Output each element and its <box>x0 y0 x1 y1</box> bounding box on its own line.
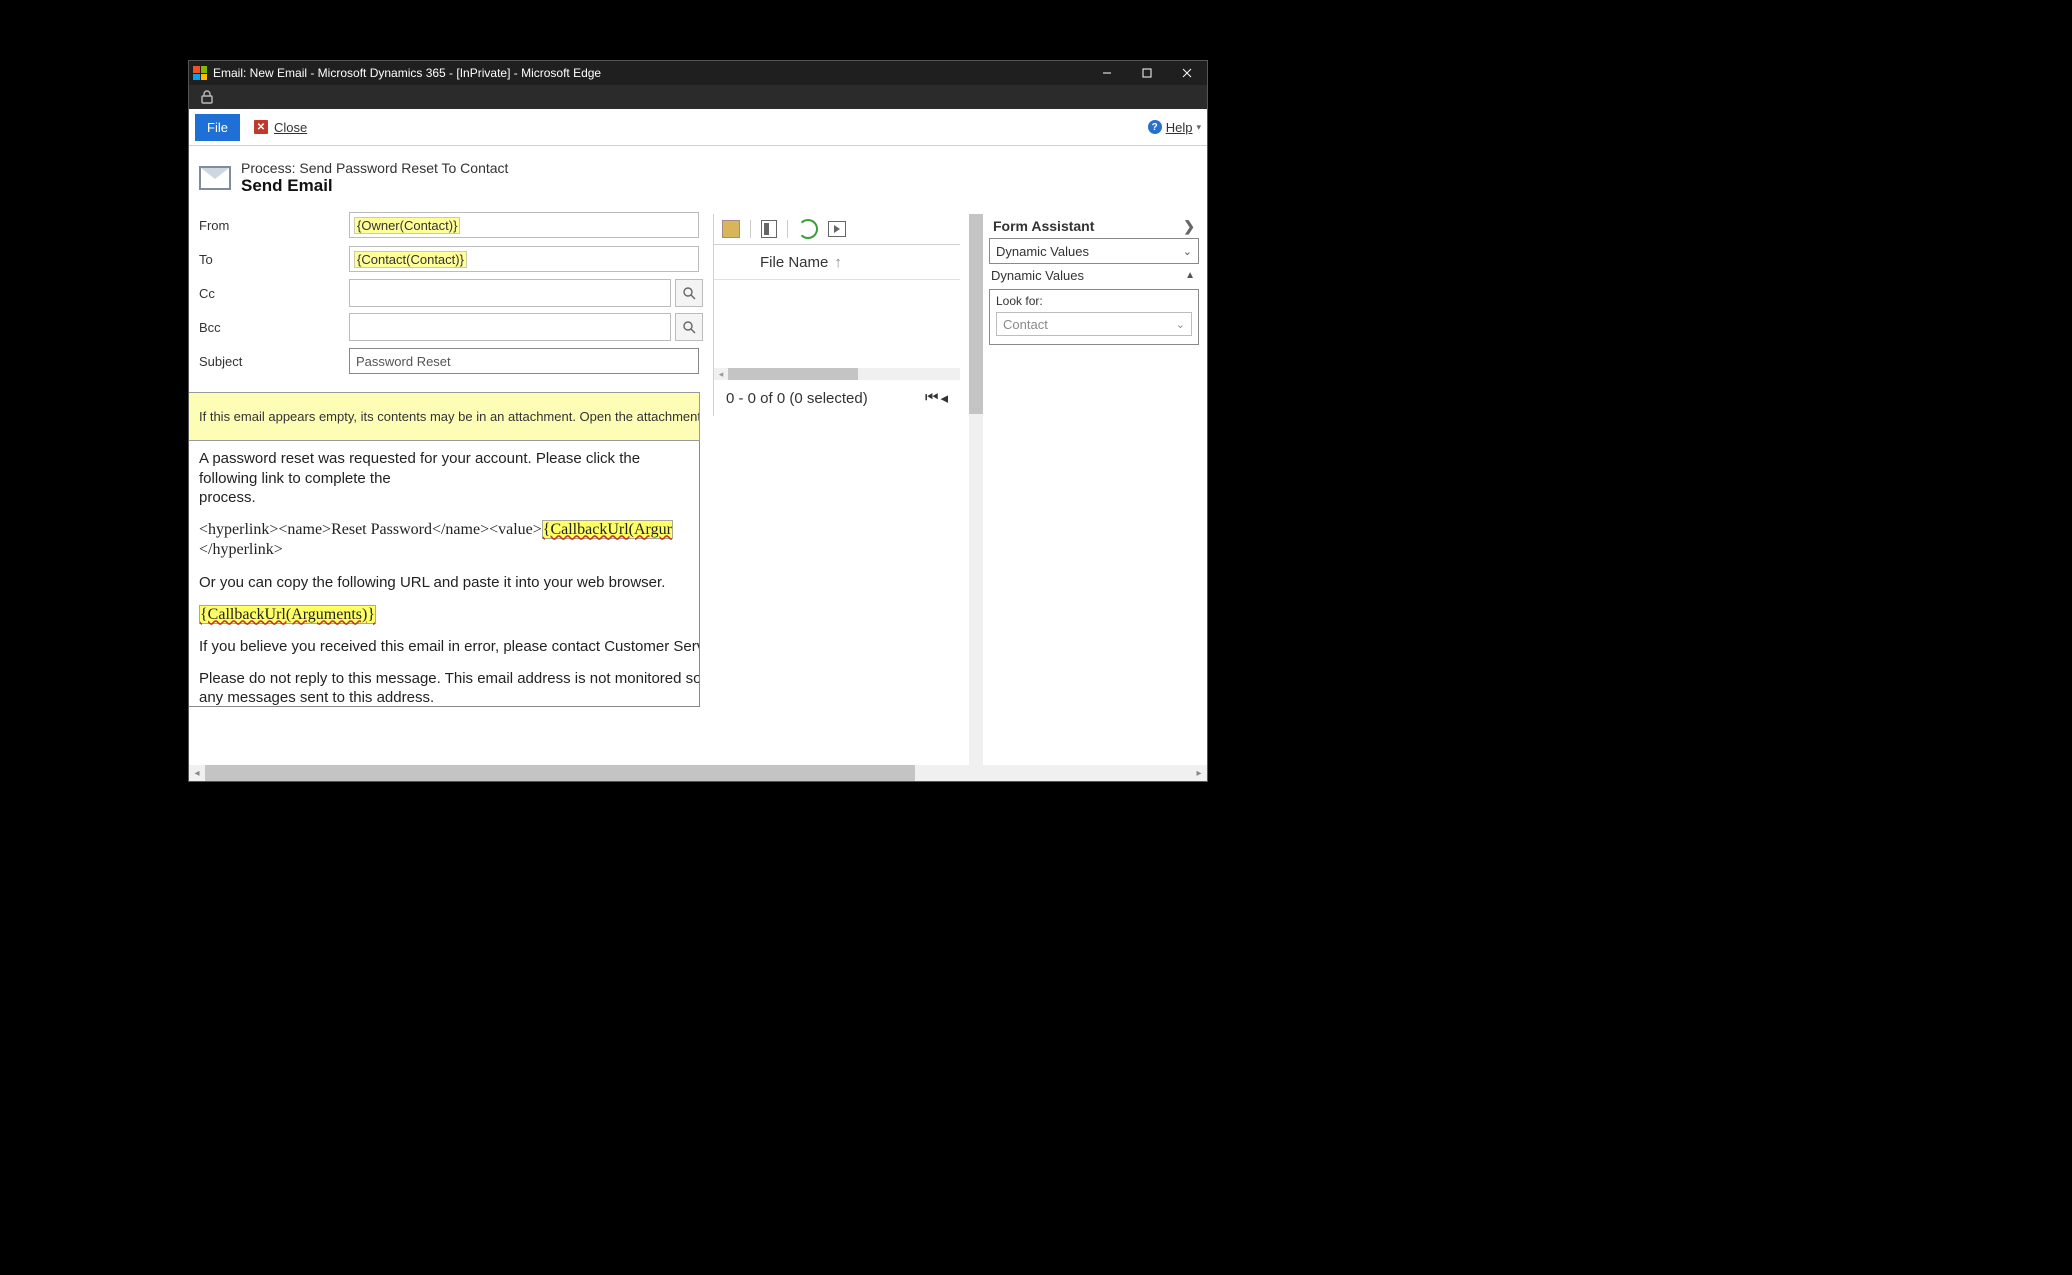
maximize-button[interactable] <box>1127 61 1167 85</box>
close-button[interactable]: ✕ Close <box>254 120 307 135</box>
assistant-mode-value: Dynamic Values <box>996 244 1089 259</box>
bcc-label: Bcc <box>199 320 349 335</box>
help-label: Help <box>1166 120 1193 135</box>
files-hscroll[interactable]: ◂ <box>714 368 960 380</box>
help-icon: ? <box>1148 120 1162 134</box>
chevron-down-icon: ▾ <box>1196 122 1201 133</box>
body-hyperlink-close: </hyperlink> <box>199 541 283 558</box>
attachments-panel: File Name ↑ ◂ 0 - 0 of 0 (0 selected) ⏮◂ <box>713 214 960 416</box>
lookfor-value: Contact <box>1003 317 1048 332</box>
window-title: Email: New Email - Microsoft Dynamics 36… <box>213 66 1087 80</box>
files-pager-text: 0 - 0 of 0 (0 selected) <box>726 390 868 407</box>
email-body-editor[interactable]: A password reset was requested for your … <box>189 441 700 707</box>
close-label: Close <box>274 120 307 135</box>
body-p6a: Please do not reply to this message. Thi… <box>199 670 700 687</box>
files-pager: 0 - 0 of 0 (0 selected) ⏮◂ <box>714 380 960 416</box>
run-icon[interactable] <box>828 221 846 237</box>
to-field[interactable]: {Contact(Contact)} <box>349 246 699 272</box>
files-grid-body <box>714 280 960 368</box>
page-title: Send Email <box>241 176 508 196</box>
chevron-down-icon: ⌄ <box>1183 245 1192 258</box>
close-window-button[interactable] <box>1167 61 1207 85</box>
delete-attachment-icon[interactable] <box>761 220 777 238</box>
to-chip: {Contact(Contact)} <box>354 251 467 268</box>
pager-first-button[interactable]: ⏮ <box>925 389 939 407</box>
app-window: Email: New Email - Microsoft Dynamics 36… <box>188 60 1208 782</box>
form-assistant-title: Form Assistant <box>993 218 1094 234</box>
lookfor-label: Look for: <box>996 294 1192 308</box>
to-label: To <box>199 252 349 267</box>
files-column-label: File Name <box>760 254 828 271</box>
assistant-mode-select[interactable]: Dynamic Values ⌄ <box>989 238 1199 264</box>
section-collapse-icon[interactable]: ▲ <box>1185 270 1195 281</box>
files-column-header[interactable]: File Name ↑ <box>714 245 960 280</box>
form-assistant-panel: Form Assistant ❯ Dynamic Values ⌄ Dynami… <box>989 214 1199 345</box>
sort-ascending-icon: ↑ <box>834 254 842 271</box>
attachment-notice: If this email appears empty, its content… <box>189 392 700 441</box>
close-icon: ✕ <box>254 120 268 134</box>
edge-logo-icon <box>193 66 207 80</box>
body-dyn-callback2: {CallbackUrl(Arguments)} <box>199 605 376 624</box>
body-p5: If you believe you received this email i… <box>199 637 689 657</box>
body-p3: Or you can copy the following URL and pa… <box>199 573 689 593</box>
form-header: Process: Send Password Reset To Contact … <box>189 146 1207 204</box>
bcc-field[interactable] <box>349 313 671 341</box>
lookup-icon <box>682 320 696 334</box>
process-name: Process: Send Password Reset To Contact <box>241 160 508 176</box>
new-attachment-icon[interactable] <box>722 220 740 238</box>
cc-label: Cc <box>199 286 349 301</box>
cc-lookup-button[interactable] <box>675 279 703 307</box>
bcc-lookup-button[interactable] <box>675 313 703 341</box>
pager-prev-button[interactable]: ◂ <box>940 389 948 407</box>
minimize-button[interactable] <box>1087 61 1127 85</box>
subject-label: Subject <box>199 354 349 369</box>
body-hscroll[interactable]: ◂ ▸ <box>189 765 1207 781</box>
lookfor-box: Look for: Contact ⌄ <box>989 289 1199 345</box>
hscroll-left-button[interactable]: ◂ <box>189 768 205 779</box>
mail-icon <box>199 166 231 190</box>
cc-field[interactable] <box>349 279 671 307</box>
panel-collapse-button[interactable]: ❯ <box>1183 218 1195 235</box>
body-dyn-callback1: {CallbackUrl(Argur <box>542 520 673 539</box>
from-field[interactable]: {Owner(Contact)} <box>349 212 699 238</box>
refresh-icon[interactable] <box>798 219 818 239</box>
body-p1a: A password reset was requested for your … <box>199 450 640 487</box>
body-p6b: any messages sent to this address. <box>199 689 434 706</box>
main-vscroll[interactable] <box>969 214 983 765</box>
command-bar: File ✕ Close ? Help ▾ <box>189 109 1207 146</box>
file-menu-button[interactable]: File <box>195 114 240 141</box>
lock-icon <box>199 89 215 105</box>
subject-input[interactable] <box>354 353 694 370</box>
titlebar: Email: New Email - Microsoft Dynamics 36… <box>189 61 1207 85</box>
hscroll-right-button[interactable]: ▸ <box>1191 768 1207 779</box>
dynamic-values-section-label: Dynamic Values <box>991 268 1084 283</box>
chevron-down-icon: ⌄ <box>1176 318 1185 331</box>
subject-field-wrap <box>349 348 699 374</box>
lookfor-select[interactable]: Contact ⌄ <box>996 312 1192 336</box>
help-menu[interactable]: ? Help ▾ <box>1148 120 1201 135</box>
from-label: From <box>199 218 349 233</box>
security-bar <box>189 85 1207 109</box>
from-chip: {Owner(Contact)} <box>354 217 460 234</box>
lookup-icon <box>682 286 696 300</box>
body-hyperlink-open: <hyperlink><name>Reset Password</name><v… <box>199 521 542 538</box>
attachments-toolbar <box>714 214 960 245</box>
